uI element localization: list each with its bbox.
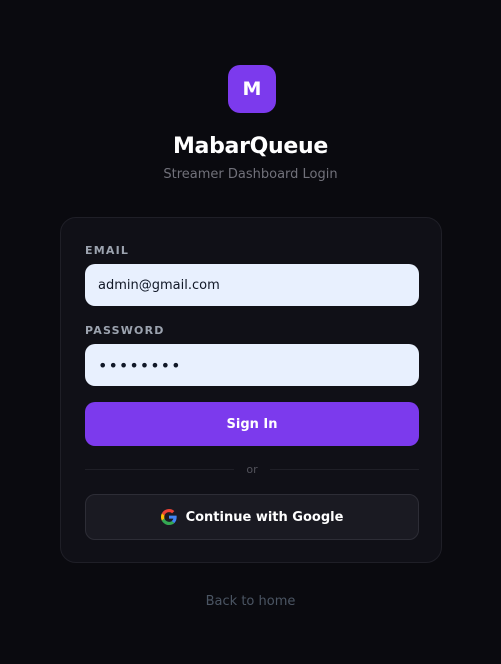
divider-line-left <box>85 469 234 470</box>
google-login-button[interactable]: Continue with Google <box>85 494 419 540</box>
login-page: M MabarQueue Streamer Dashboard Login EM… <box>0 0 501 664</box>
password-field[interactable] <box>85 344 419 386</box>
google-icon <box>160 509 177 525</box>
back-to-home-link[interactable]: Back to home <box>0 593 501 611</box>
email-field[interactable] <box>85 264 419 306</box>
sign-in-button[interactable]: Sign In <box>85 402 419 446</box>
divider-line-right <box>270 469 419 470</box>
app-logo-letter: M <box>242 78 262 100</box>
password-label: PASSWORD <box>85 324 165 337</box>
app-logo: M <box>228 65 276 113</box>
app-title: MabarQueue <box>172 134 329 159</box>
google-login-label: Continue with Google <box>185 509 344 525</box>
sign-in-label: Sign In <box>226 416 278 432</box>
email-label: EMAIL <box>85 244 130 257</box>
divider-text: or <box>246 463 258 476</box>
app-subtitle: Streamer Dashboard Login <box>163 167 338 182</box>
